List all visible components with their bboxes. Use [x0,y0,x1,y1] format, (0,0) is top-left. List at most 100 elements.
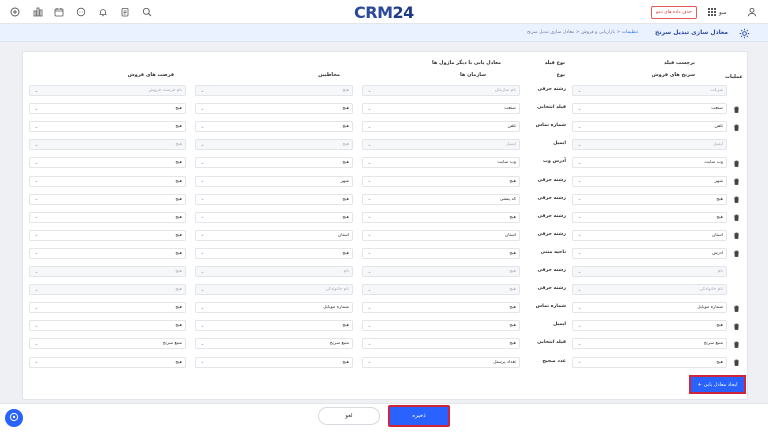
lead-field-select[interactable]: هیچ ⌄ [572,193,727,205]
search-icon[interactable] [141,6,153,18]
opportunity-field-select[interactable]: هیچ ⌄ [29,175,186,187]
opportunity-field-select[interactable]: هیچ ⌄ [29,302,186,314]
chevron-down-icon: ⌄ [577,159,582,166]
delete-row-icon[interactable] [732,250,740,258]
contact-field-select[interactable]: هیچ ⌄ [195,211,353,223]
organization-field-select: ایمیل ⌄ [362,139,520,151]
select-value: تعداد پرسنل [493,359,516,365]
organization-field-select[interactable]: هیچ ⌄ [362,338,520,350]
create-mapping-button[interactable]: + ایجاد معادل یابی [689,375,746,394]
lead-field-select[interactable]: وب سایت ⌄ [572,157,727,169]
dashboard-icon[interactable] [32,6,44,18]
contact-field-select[interactable]: هیچ ⌄ [195,103,353,115]
organization-field-select[interactable]: هیچ ⌄ [362,175,520,187]
contact-field-select[interactable]: هیچ ⌄ [195,121,353,133]
delete-row-icon[interactable] [732,123,740,131]
organization-field-select[interactable]: تلفن ⌄ [362,121,520,133]
opportunity-field-select[interactable]: هیچ ⌄ [29,157,186,169]
chat-icon[interactable] [75,6,87,18]
chevron-down-icon: ⌄ [34,178,39,184]
delete-row-icon[interactable] [732,232,740,240]
contact-field-select[interactable]: هیچ ⌄ [195,247,353,259]
organization-field-select[interactable]: هیچ ⌄ [362,302,520,314]
cancel-button[interactable]: لغو [318,407,380,425]
chevron-down-icon: ⌄ [367,196,372,203]
page-title: معادل سازی تبدیل سرنخ [655,29,728,36]
lead-field-select[interactable]: شماره موبایل ⌄ [572,302,727,314]
opportunity-field-select[interactable]: هیچ ⌄ [29,320,186,332]
lead-field-select[interactable]: تلفن ⌄ [572,121,727,133]
opportunity-field-select: هیچ ⌄ [29,284,186,296]
opportunity-field-select[interactable]: هیچ ⌄ [29,103,186,115]
plus-circle-icon[interactable] [9,6,21,18]
opportunity-field-select[interactable]: هیچ ⌄ [29,356,186,368]
lead-field-select[interactable]: هیچ ⌄ [572,211,727,223]
select-value: هیچ [716,196,723,202]
lead-field-select[interactable]: آدرس ⌄ [572,247,727,259]
opportunity-field-select[interactable]: هیچ ⌄ [29,229,186,241]
calendar-icon[interactable] [53,6,65,18]
delete-row-icon[interactable] [732,178,740,186]
user-avatar-icon[interactable] [746,6,758,18]
delete-row-icon[interactable] [732,196,740,204]
organization-field-select[interactable]: وب سایت ⌄ [362,157,520,169]
table-row: شرکت ⌄ نام سازمان ⌄ هیچ ⌄ نام فرصت فروش ⌄ رشته ح… [23,82,749,100]
delete-row-icon[interactable] [732,322,740,330]
opportunity-field-select[interactable]: منبع سرنخ ⌄ [29,338,186,350]
lead-field-select[interactable]: هیچ ⌄ [572,320,727,332]
col-organizations-header: سازمان ها [460,72,486,78]
contact-field-select: نام ⌄ [195,266,353,277]
select-value: هیچ [509,269,516,274]
delete-row-icon[interactable] [732,340,740,348]
contact-field-select[interactable]: شماره موبایل ⌄ [195,302,353,314]
delete-row-icon[interactable] [732,159,740,167]
contact-field-select[interactable]: هیچ ⌄ [195,157,353,169]
field-type-label: رشته حرفی [537,286,566,292]
chevron-down-icon: ⌄ [34,87,39,94]
save-button[interactable]: ذخیره [388,405,450,427]
organization-field-select[interactable]: هیچ ⌄ [362,247,520,259]
clipboard-icon[interactable] [119,6,131,18]
delete-row-icon[interactable] [732,359,740,367]
breadcrumb-settings[interactable]: تنظیمات [622,30,638,35]
field-type-label: رشته حرفی [537,195,566,201]
delete-row-icon[interactable] [732,214,740,222]
delete-row-icon[interactable] [732,304,740,312]
opportunity-field-select[interactable]: هیچ ⌄ [29,211,186,223]
organization-field-select[interactable]: تعداد پرسنل ⌄ [362,356,520,368]
lead-field-select[interactable]: استان ⌄ [572,229,727,241]
support-chat-button[interactable] [5,409,23,427]
select-value: هیچ [509,214,516,220]
breadcrumb-marketing-sales[interactable]: بازاریابی و فروش [581,30,615,35]
user-name: سو [719,9,727,16]
organization-field-select[interactable]: هیچ ⌄ [362,211,520,223]
lead-field-select[interactable]: شهر ⌄ [572,175,727,187]
field-type-label: رشته حرفی [537,231,566,237]
contact-field-select[interactable]: هیچ ⌄ [195,356,353,368]
delete-demo-data-button[interactable]: حذف داده های دمو [651,6,697,19]
lead-field-select[interactable]: صنعت ⌄ [572,103,727,115]
field-type-label: رشته حرفی [537,177,566,183]
lead-field-select[interactable]: هیچ ⌄ [572,356,727,368]
opportunity-field-select[interactable]: هیچ ⌄ [29,247,186,259]
organization-field-select[interactable]: هیچ ⌄ [362,320,520,332]
select-value: هیچ [716,359,723,365]
contact-field-select[interactable]: منبع سرنخ ⌄ [195,338,353,350]
contact-field-select[interactable]: هیچ ⌄ [195,320,353,332]
organization-field-select[interactable]: استان ⌄ [362,229,520,241]
contact-field-select[interactable]: هیچ ⌄ [195,193,353,205]
opportunity-field-select[interactable]: هیچ ⌄ [29,121,186,133]
user-menu[interactable]: سو [708,6,726,19]
contact-field-select[interactable]: استان ⌄ [195,229,353,241]
select-value: هیچ [509,305,516,311]
opportunity-field-select[interactable]: هیچ ⌄ [29,193,186,205]
organization-field-select[interactable]: کد پستی ⌄ [362,193,520,205]
table-row: شماره موبایل ⌄ هیچ ⌄ شماره موبایل ⌄ هیچ ⌄ شماره … [23,299,749,317]
contact-field-select[interactable]: شهر ⌄ [195,175,353,187]
chevron-down-icon: ⌄ [34,322,39,329]
breadcrumb-current: معادل سازی تبدیل سرنخ [526,30,575,35]
lead-field-select[interactable]: منبع سرنخ ⌄ [572,338,727,350]
bell-icon[interactable] [97,6,109,18]
delete-row-icon[interactable] [732,105,740,113]
organization-field-select[interactable]: صنعت ⌄ [362,103,520,115]
